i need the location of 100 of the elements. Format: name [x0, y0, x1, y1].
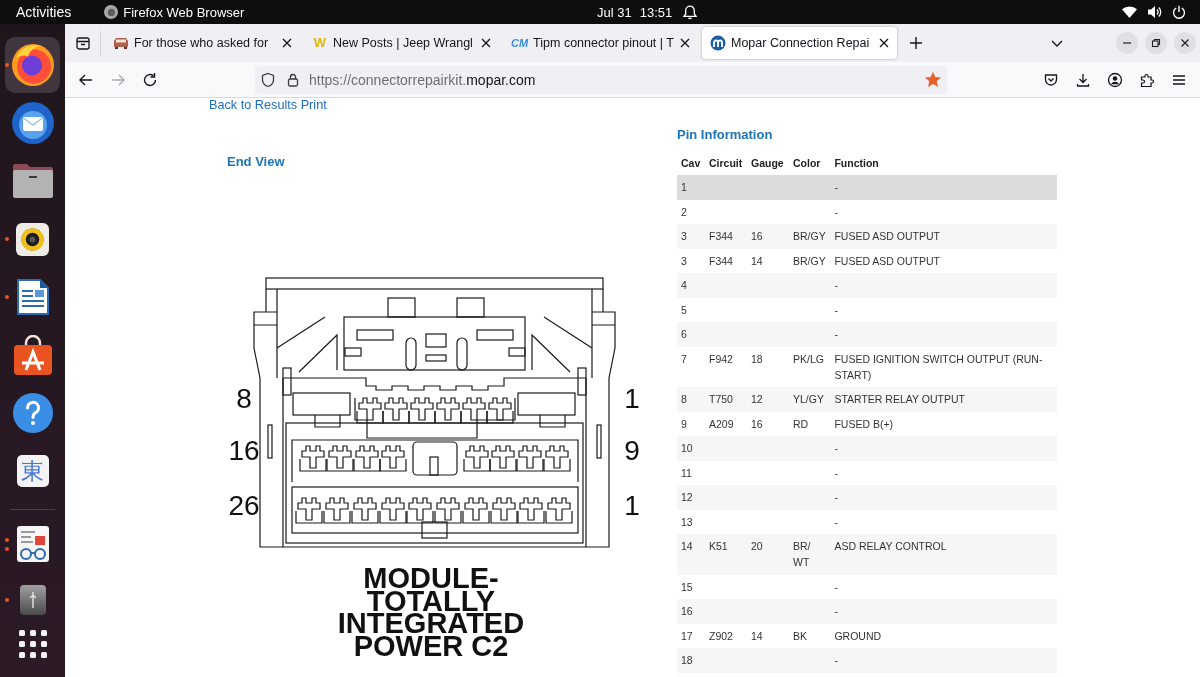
tab-overview-icon[interactable] [75, 35, 91, 51]
restore-button[interactable] [1145, 32, 1167, 54]
table-cell-text: 18 [680, 653, 694, 669]
table-cell-text: - [833, 441, 839, 457]
car-icon [113, 35, 129, 51]
table-cell-text: BK [792, 628, 808, 644]
restore-icon [1151, 38, 1161, 48]
table-cell-text: 14 [750, 628, 764, 644]
table-cell-text: 20 [750, 539, 764, 555]
table-cell-text: ASD RELAY CONTROL [833, 539, 948, 555]
url-text: https://connectorrepairkit.mopar.com [309, 71, 536, 88]
table-cell-text: 3 [680, 229, 688, 245]
table-cell-text: PK/LG [792, 351, 825, 367]
table-cell-text: 17 [680, 628, 694, 644]
table-cell-text: 12 [750, 392, 764, 408]
table-cell-text: - [833, 327, 839, 343]
arch-logo-icon [710, 35, 726, 51]
column-header: Cav [680, 156, 702, 171]
browser-tab[interactable]: W New Posts | Jeep Wrangl [304, 27, 499, 59]
pin-number-label: 1 [624, 383, 640, 414]
table-cell-text: 16 [750, 416, 764, 432]
section-heading: End View [227, 154, 285, 170]
table-cell-text: F942 [708, 351, 734, 367]
column-header: Color [792, 156, 822, 171]
document-icon[interactable] [16, 279, 49, 315]
app-grid-icon[interactable] [18, 630, 47, 658]
document-glasses-icon[interactable] [16, 526, 49, 562]
folder-icon[interactable] [12, 164, 53, 198]
table-cell-text: - [833, 180, 839, 196]
shield-icon[interactable] [260, 71, 276, 88]
table-cell-text: - [833, 278, 839, 294]
table-cell-text: T750 [708, 392, 734, 408]
table-cell-text: - [833, 465, 839, 481]
character-tile-icon[interactable]: 東 [16, 455, 49, 487]
section-heading: Pin Information [677, 127, 773, 143]
table-cell-text: FUSED ASD OUTPUT [833, 229, 941, 245]
text-link[interactable]: Print [300, 98, 327, 112]
table-cell-text: 14 [680, 539, 694, 555]
table-cell-text: 7 [680, 351, 688, 367]
mail-icon[interactable] [11, 102, 54, 144]
table-cell-text: FUSED B(+) [833, 416, 895, 432]
firefox-icon [104, 5, 119, 19]
app-icon[interactable] [19, 585, 46, 615]
table-cell-text: Z902 [708, 628, 734, 644]
close-window-button[interactable] [1174, 32, 1196, 54]
site-favicon: W [312, 35, 328, 51]
minimize-button[interactable] [1116, 32, 1138, 54]
pin-number-label: 9 [624, 435, 640, 466]
bell-icon [683, 4, 698, 20]
table-cell-text: 10 [680, 441, 694, 457]
pocket-icon[interactable] [1043, 71, 1059, 88]
speaker-icon[interactable] [16, 222, 49, 256]
table-cell-text: - [833, 579, 839, 595]
table-cell-text: - [833, 514, 839, 530]
table-cell-text: - [833, 490, 839, 506]
activities-button[interactable]: Activities [16, 4, 72, 20]
table-cell-text: BR/GY [792, 253, 827, 269]
table-cell-text: - [833, 653, 839, 669]
volume-icon[interactable] [1147, 5, 1162, 19]
shopping-bag-icon[interactable] [13, 335, 52, 375]
download-icon[interactable] [1075, 71, 1091, 88]
site-favicon: CM [511, 36, 529, 51]
table-cell-text: 15 [680, 579, 694, 595]
table-cell-text: 16 [680, 604, 694, 620]
table-cell-text: - [833, 302, 839, 318]
puzzle-icon[interactable] [1139, 71, 1155, 88]
table-cell-text: - [833, 204, 839, 220]
table-cell-text: 2 [680, 204, 688, 220]
browser-tab[interactable]: Mopar Connection Repai [702, 27, 897, 59]
reload-icon[interactable] [142, 71, 158, 88]
pin-number-label: 16 [228, 435, 260, 466]
table-cell-text: BR/GY [792, 229, 827, 245]
power-icon[interactable] [1172, 5, 1186, 19]
table-cell-text: 12 [680, 490, 694, 506]
wifi-icon[interactable] [1122, 6, 1137, 18]
help-icon[interactable] [12, 393, 53, 433]
table-cell-text: 6 [680, 327, 688, 343]
lock-icon[interactable] [285, 71, 301, 88]
column-header: Function [833, 156, 880, 171]
table-cell-text: F344 [708, 229, 734, 245]
table-cell-text: 13 [680, 514, 694, 530]
table-cell-text: 4 [680, 278, 688, 294]
table-cell-text: 16 [750, 229, 764, 245]
plus-icon[interactable] [908, 35, 924, 51]
table-cell-text: BR/WT [792, 539, 812, 571]
app-menu-button[interactable]: Firefox Web Browser [104, 4, 245, 20]
clock-button[interactable]: Jul 31 13:51 [597, 4, 698, 20]
table-cell-text: RD [792, 416, 810, 432]
browser-tab[interactable]: For those who asked for [105, 27, 300, 59]
table-cell-text: 11 [680, 465, 693, 481]
pin-number-label: 8 [236, 383, 252, 414]
firefox-icon[interactable] [5, 37, 60, 93]
account-icon[interactable] [1107, 71, 1123, 88]
text-link[interactable]: Back to Results [209, 98, 298, 112]
table-cell-text: A209 [708, 416, 735, 432]
browser-tab[interactable]: CM Tipm connector pinout | T [503, 27, 698, 59]
pin-number-label: 1 [624, 490, 640, 521]
column-header: Circuit [708, 156, 744, 171]
url-field[interactable]: https://connectorrepairkit.mopar.com [255, 65, 947, 94]
star-icon[interactable] [925, 71, 941, 88]
